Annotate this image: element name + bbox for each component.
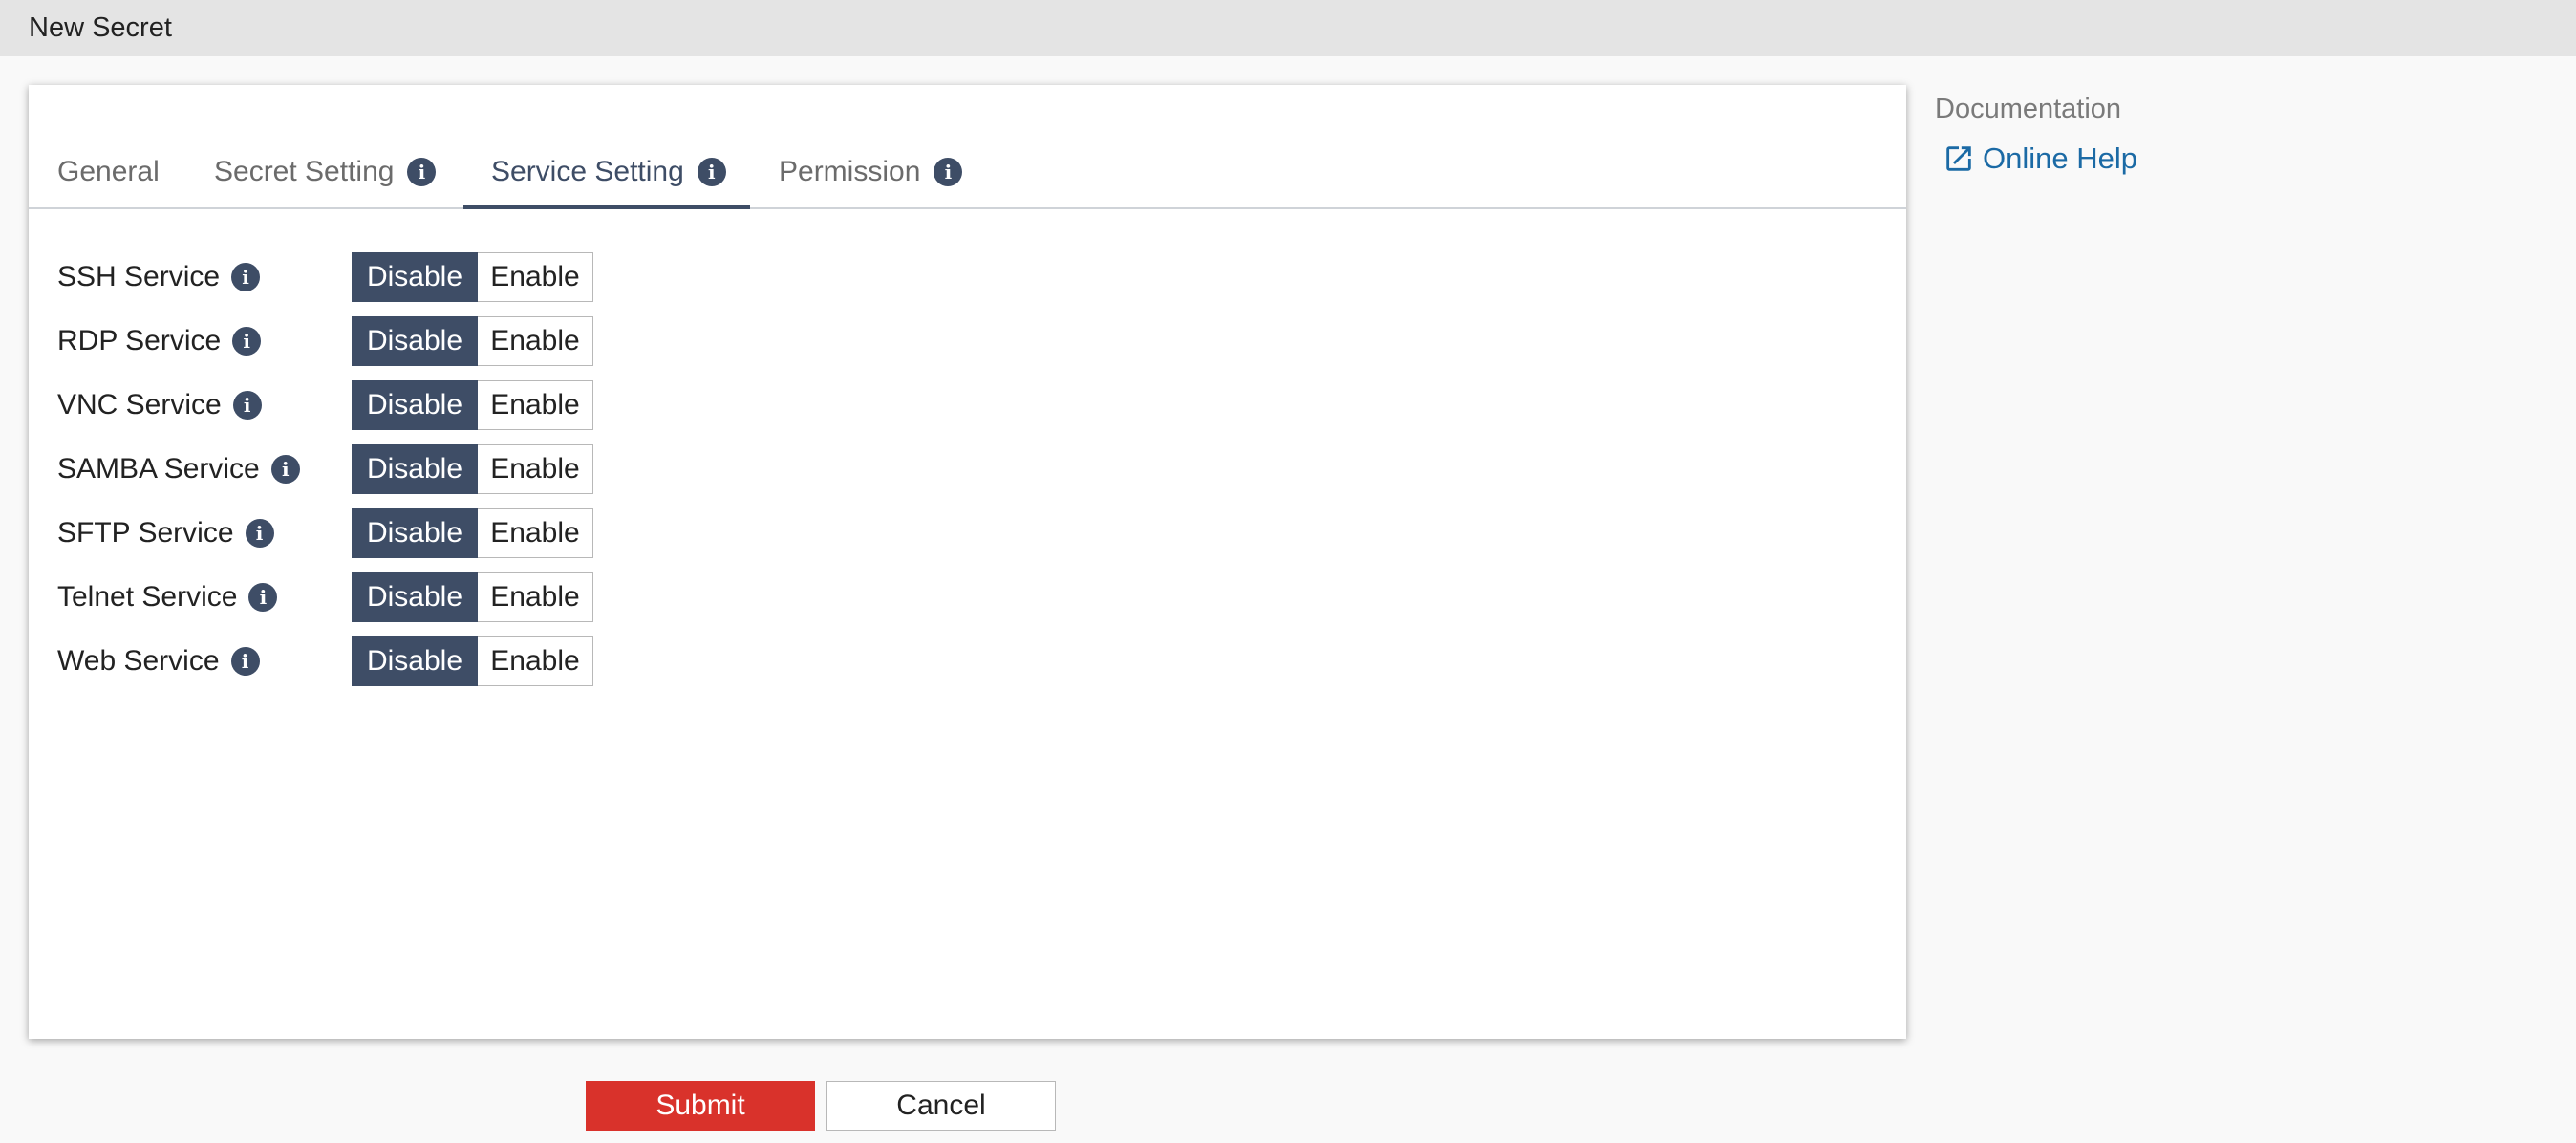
- service-row-samba: SAMBA Service i Disable Enable: [57, 444, 631, 494]
- enable-button[interactable]: Enable: [478, 636, 593, 686]
- tab-label: Secret Setting: [214, 156, 395, 187]
- telnet-service-toggle: Disable Enable: [352, 572, 593, 622]
- service-label: Telnet Service i: [57, 572, 278, 622]
- enable-button[interactable]: Enable: [478, 444, 593, 494]
- enable-button[interactable]: Enable: [478, 252, 593, 302]
- enable-button[interactable]: Enable: [478, 316, 593, 366]
- online-help-link[interactable]: Online Help: [1943, 141, 2137, 176]
- window-title: New Secret: [29, 12, 172, 43]
- tab-label: Service Setting: [491, 156, 684, 187]
- enable-button[interactable]: Enable: [478, 508, 593, 558]
- disable-button[interactable]: Disable: [352, 444, 478, 494]
- service-row-web: Web Service i Disable Enable: [57, 636, 631, 686]
- service-label-text: SAMBA Service: [57, 453, 260, 485]
- service-label: VNC Service i: [57, 380, 262, 430]
- info-icon[interactable]: i: [270, 455, 300, 484]
- service-label-text: Telnet Service: [57, 581, 238, 613]
- documentation-heading: Documentation: [1935, 94, 2122, 124]
- cancel-button[interactable]: Cancel: [826, 1081, 1056, 1131]
- tab-label: General: [57, 156, 160, 187]
- info-icon[interactable]: i: [232, 391, 262, 420]
- tab-bar: General Secret Setting i Service Setting…: [29, 85, 1906, 209]
- enable-button[interactable]: Enable: [478, 380, 593, 430]
- service-label-text: SFTP Service: [57, 517, 234, 549]
- service-row-ssh: SSH Service i Disable Enable: [57, 252, 631, 302]
- sftp-service-toggle: Disable Enable: [352, 508, 593, 558]
- disable-button[interactable]: Disable: [352, 636, 478, 686]
- online-help-label: Online Help: [1983, 141, 2137, 175]
- external-link-icon: [1946, 146, 1971, 171]
- disable-button[interactable]: Disable: [352, 380, 478, 430]
- service-label: SAMBA Service i: [57, 444, 300, 494]
- service-label-text: Web Service: [57, 645, 220, 677]
- tab-secret-setting[interactable]: Secret Setting i: [214, 156, 437, 207]
- info-icon[interactable]: i: [248, 583, 278, 612]
- info-icon[interactable]: i: [407, 158, 437, 186]
- form-panel: General Secret Setting i Service Setting…: [29, 85, 1906, 1039]
- disable-button[interactable]: Disable: [352, 316, 478, 366]
- tab-service-setting[interactable]: Service Setting i: [463, 156, 750, 209]
- info-icon[interactable]: i: [245, 519, 274, 548]
- submit-button[interactable]: Submit: [586, 1081, 815, 1131]
- service-row-vnc: VNC Service i Disable Enable: [57, 380, 631, 430]
- service-label: RDP Service i: [57, 316, 262, 366]
- disable-button[interactable]: Disable: [352, 572, 478, 622]
- info-icon[interactable]: i: [934, 158, 963, 186]
- enable-button[interactable]: Enable: [478, 572, 593, 622]
- service-label-text: RDP Service: [57, 325, 222, 356]
- service-row-telnet: Telnet Service i Disable Enable: [57, 572, 631, 622]
- web-service-toggle: Disable Enable: [352, 636, 593, 686]
- disable-button[interactable]: Disable: [352, 252, 478, 302]
- service-label-text: VNC Service: [57, 389, 222, 421]
- service-label: Web Service i: [57, 636, 260, 686]
- rdp-service-toggle: Disable Enable: [352, 316, 593, 366]
- ssh-service-toggle: Disable Enable: [352, 252, 593, 302]
- info-icon[interactable]: i: [230, 647, 260, 676]
- vnc-service-toggle: Disable Enable: [352, 380, 593, 430]
- samba-service-toggle: Disable Enable: [352, 444, 593, 494]
- service-row-rdp: RDP Service i Disable Enable: [57, 316, 631, 366]
- tab-permission[interactable]: Permission i: [779, 156, 963, 207]
- info-icon[interactable]: i: [697, 158, 726, 186]
- info-icon[interactable]: i: [232, 327, 262, 356]
- service-label-text: SSH Service: [57, 261, 221, 292]
- service-label: SSH Service i: [57, 252, 261, 302]
- disable-button[interactable]: Disable: [352, 508, 478, 558]
- tab-general[interactable]: General: [57, 156, 160, 207]
- tab-label: Permission: [779, 156, 921, 187]
- window-title-bar: New Secret: [0, 0, 2576, 56]
- service-label: SFTP Service i: [57, 508, 274, 558]
- service-row-sftp: SFTP Service i Disable Enable: [57, 508, 631, 558]
- info-icon[interactable]: i: [231, 263, 261, 291]
